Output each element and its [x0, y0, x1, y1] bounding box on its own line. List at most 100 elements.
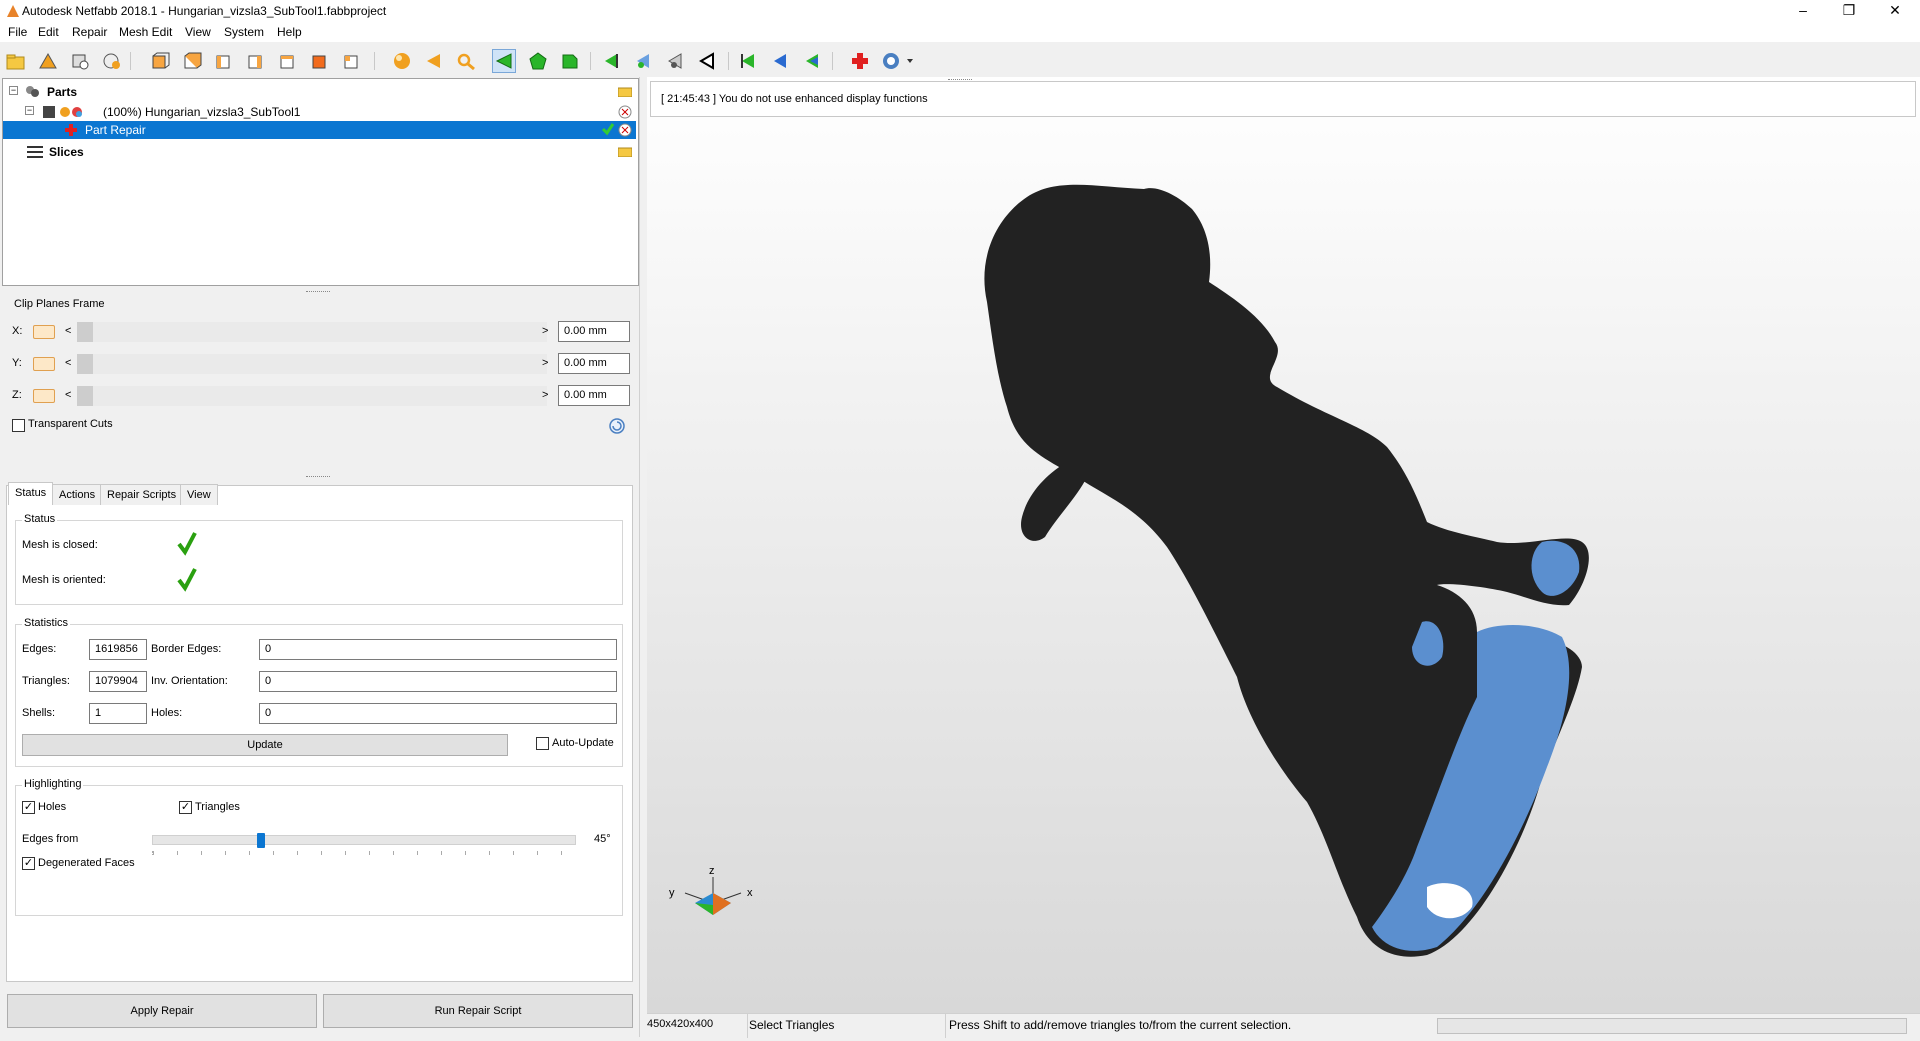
clip-z-toggle[interactable]	[33, 389, 55, 403]
holes-checkbox[interactable]: ✓	[22, 801, 35, 814]
tab-view[interactable]: View	[180, 484, 218, 505]
clip-x-slider[interactable]	[77, 322, 547, 342]
clip-x-input[interactable]: 0.00 mm	[558, 321, 630, 342]
view-right-icon[interactable]	[244, 49, 268, 73]
select-triangle-icon[interactable]	[492, 49, 516, 73]
clip-y-slider[interactable]	[77, 354, 547, 374]
next-icon[interactable]	[768, 49, 792, 73]
tree-row-slices[interactable]: Slices	[3, 143, 636, 161]
highlighting-group-title: Highlighting	[22, 778, 84, 790]
select-shell-icon[interactable]	[558, 49, 582, 73]
clip-z-right-arrow[interactable]: >	[542, 389, 548, 401]
open-icon[interactable]	[4, 49, 28, 73]
tree-row-part-repair[interactable]: Part Repair	[3, 121, 636, 139]
status-mode: Select Triangles	[749, 1018, 835, 1032]
reset-clip-icon[interactable]	[608, 417, 626, 438]
menu-repair[interactable]: Repair	[72, 25, 107, 39]
collapse-icon[interactable]: −	[25, 106, 34, 115]
mesh-closed-label: Mesh is closed:	[22, 539, 98, 551]
highlight-triangles-label: Triangles	[195, 801, 240, 813]
project-tree: − Parts − (100%) Hungarian_vizsla3_SubTo…	[2, 78, 639, 286]
vertical-splitter[interactable]	[639, 77, 647, 1037]
repair-cross-icon	[65, 124, 77, 139]
edges-from-slider-thumb[interactable]	[256, 833, 265, 848]
remove-part-icon[interactable]	[618, 105, 632, 122]
select-surface-icon[interactable]	[526, 49, 550, 73]
arrow-left-icon[interactable]	[422, 49, 446, 73]
clip-x-right-arrow[interactable]: >	[542, 325, 548, 337]
move-icon[interactable]	[664, 49, 688, 73]
sphere-icon[interactable]	[390, 49, 414, 73]
close-window-button[interactable]: ✕	[1872, 0, 1918, 22]
axis-z-label: z	[709, 865, 715, 877]
back-icon[interactable]	[800, 49, 824, 73]
auto-update-checkbox[interactable]	[536, 737, 549, 750]
clip-x-toggle[interactable]	[33, 325, 55, 339]
status-bar: 450x420x400 Select Triangles Press Shift…	[647, 1013, 1920, 1038]
menu-edit[interactable]: Edit	[38, 25, 59, 39]
update-button[interactable]: Update	[22, 734, 508, 756]
view-front-icon[interactable]	[148, 49, 172, 73]
clip-y-input[interactable]: 0.00 mm	[558, 353, 630, 374]
clip-x-left-arrow[interactable]: <	[65, 325, 71, 337]
edges-from-slider[interactable]	[152, 833, 576, 848]
tab-status[interactable]: Status	[8, 482, 54, 505]
repair-cross-icon[interactable]	[848, 49, 872, 73]
message-log: [ 21:45:43 ] You do not use enhanced dis…	[650, 81, 1916, 117]
view-bottom-icon[interactable]	[308, 49, 332, 73]
3d-viewport[interactable]: z y x	[647, 77, 1920, 1013]
menu-system[interactable]: System	[224, 25, 264, 39]
netfabb-logo-icon	[6, 4, 20, 18]
tab-actions[interactable]: Actions	[52, 484, 103, 505]
clip-z-left-arrow[interactable]: <	[65, 389, 71, 401]
run-repair-script-button[interactable]: Run Repair Script	[323, 994, 633, 1028]
clip-z-slider[interactable]	[77, 386, 547, 406]
splitter-grip[interactable]	[306, 476, 330, 479]
degenerated-faces-checkbox[interactable]: ✓	[22, 857, 35, 870]
clip-y-toggle[interactable]	[33, 357, 55, 371]
auto-update-label: Auto-Update	[552, 737, 614, 749]
confirm-check-icon[interactable]	[601, 122, 615, 139]
triangles-label: Triangles:	[22, 675, 70, 687]
view-top-icon[interactable]	[276, 49, 300, 73]
dog-mesh-model[interactable]	[647, 77, 1920, 1013]
clip-x-label: X:	[12, 325, 23, 337]
triangles-checkbox[interactable]: ✓	[179, 801, 192, 814]
clip-y-left-arrow[interactable]: <	[65, 357, 71, 369]
align-icon[interactable]	[696, 49, 720, 73]
restore-button[interactable]: ❐	[1826, 0, 1872, 22]
folder-icon[interactable]	[617, 145, 633, 160]
clip-y-right-arrow[interactable]: >	[542, 357, 548, 369]
transparent-cuts-checkbox[interactable]	[12, 419, 25, 432]
axis-y-label: y	[669, 887, 675, 899]
edges-value: 1619856	[89, 639, 147, 660]
folder-icon[interactable]	[617, 85, 633, 100]
add-circle-icon[interactable]	[100, 49, 124, 73]
view-iso-icon[interactable]	[340, 49, 364, 73]
help-icon[interactable]	[880, 49, 916, 73]
menu-view[interactable]: View	[185, 25, 211, 39]
menu-help[interactable]: Help	[277, 25, 302, 39]
splitter-grip[interactable]	[306, 291, 330, 294]
tree-row-part[interactable]: − (100%) Hungarian_vizsla3_SubTool1	[3, 103, 636, 121]
zoom-icon[interactable]	[454, 49, 478, 73]
scale-icon[interactable]	[632, 49, 656, 73]
tree-row-parts[interactable]: − Parts	[3, 83, 636, 101]
cancel-repair-icon[interactable]	[618, 123, 632, 140]
apply-repair-button[interactable]: Apply Repair	[7, 994, 317, 1028]
shells-value: 1	[89, 703, 147, 724]
clip-z-input[interactable]: 0.00 mm	[558, 385, 630, 406]
view-back-icon[interactable]	[180, 49, 204, 73]
edges-label: Edges:	[22, 643, 57, 655]
menu-mesh-edit[interactable]: Mesh Edit	[119, 25, 172, 39]
tab-repair-scripts[interactable]: Repair Scripts	[100, 484, 184, 505]
inv-orientation-value: 0	[259, 671, 617, 692]
collapse-icon[interactable]: −	[9, 86, 18, 95]
prev-icon[interactable]	[736, 49, 760, 73]
add-tool-icon[interactable]	[68, 49, 92, 73]
cut-icon[interactable]	[600, 49, 624, 73]
menu-file[interactable]: File	[8, 25, 27, 39]
add-part-icon[interactable]	[36, 49, 60, 73]
minimize-button[interactable]: –	[1780, 0, 1826, 22]
view-left-icon[interactable]	[212, 49, 236, 73]
